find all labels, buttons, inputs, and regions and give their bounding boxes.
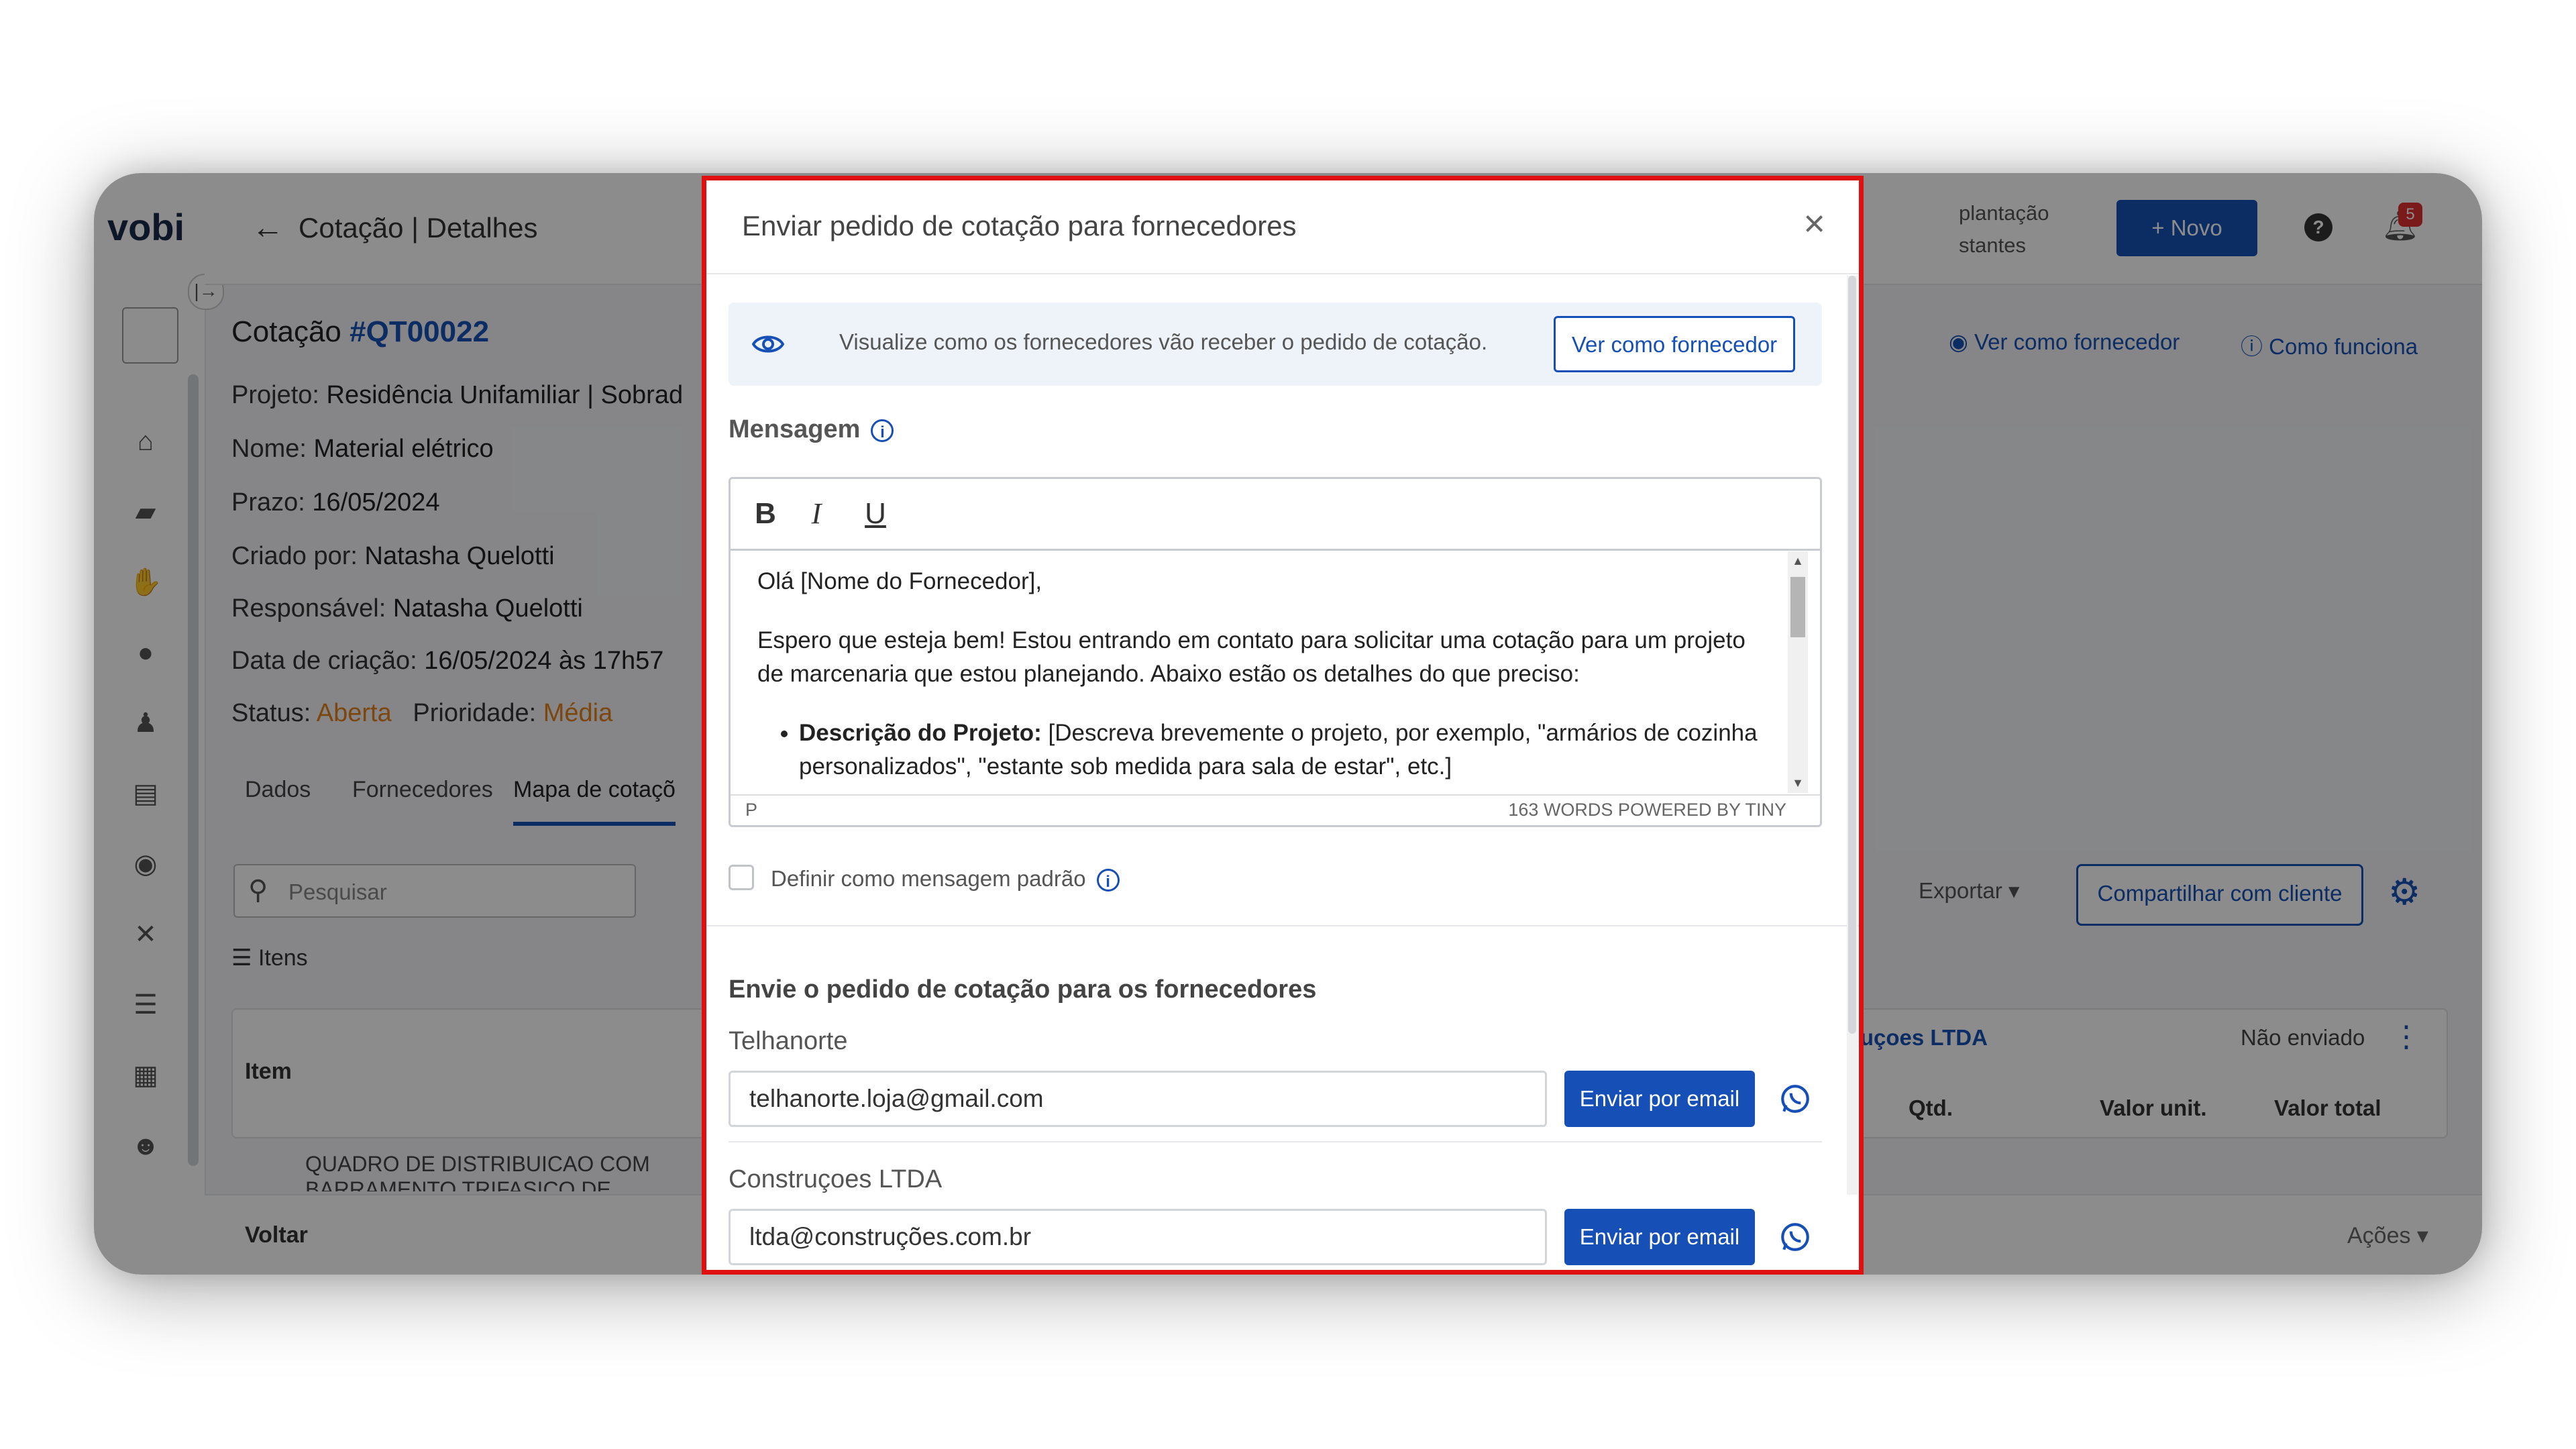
mensagem-label-text: Mensagem [729, 415, 861, 443]
underline-button[interactable]: U [855, 495, 896, 533]
editor-statusbar: P 163 WORDS POWERED BY TINY [731, 794, 1820, 825]
modal-scroll-thumb[interactable] [1848, 276, 1856, 1034]
editor-content[interactable]: Olá [Nome do Fornecedor], Espero que est… [757, 565, 1764, 793]
bullet-bold-text: Descrição do Projeto: [799, 720, 1042, 746]
editor-greeting: Olá [Nome do Fornecedor], [757, 568, 1042, 594]
default-message-text: Definir como mensagem padrão [771, 866, 1086, 891]
send-email-button[interactable]: Enviar por email [1564, 1071, 1755, 1127]
editor-list: Descrição do Projeto: [Descreva brevemen… [757, 716, 1764, 784]
editor-toolbar: B I U [731, 479, 1820, 551]
email-field[interactable]: telhanorte.loja@gmail.com [729, 1071, 1547, 1127]
supplier-name: Construçoes LTDA [729, 1165, 943, 1193]
element-path: P [745, 800, 758, 820]
send-quote-modal: Enviar pedido de cotação para fornecedor… [702, 176, 1864, 1275]
italic-button[interactable]: I [796, 495, 837, 533]
default-message-label: Definir como mensagem padrão i [771, 866, 1120, 892]
send-section-title: Envie o pedido de cotação para os fornec… [729, 975, 1317, 1004]
modal-scrollbar[interactable] [1847, 276, 1858, 1195]
scroll-down-icon[interactable]: ▼ [1788, 776, 1808, 790]
modal-title: Enviar pedido de cotação para fornecedor… [742, 210, 1297, 241]
word-count: 163 WORDS POWERED BY TINY [1508, 800, 1786, 820]
whatsapp-icon[interactable] [1778, 1082, 1812, 1116]
editor-scroll-thumb[interactable] [1790, 577, 1805, 637]
editor-list-item: Descrição do Projeto: [Descreva brevemen… [799, 716, 1764, 784]
ver-como-fornecedor-button[interactable]: Ver como fornecedor [1554, 316, 1795, 372]
scroll-up-icon[interactable]: ▲ [1788, 554, 1808, 568]
preview-info-box: Visualize como os fornecedores vão receb… [729, 303, 1822, 386]
bold-button[interactable]: B [745, 495, 786, 533]
message-editor[interactable]: B I U Olá [Nome do Fornecedor], Espero q… [729, 477, 1822, 827]
whatsapp-icon[interactable] [1778, 1220, 1812, 1254]
preview-info-text: Visualize como os fornecedores vão receb… [839, 329, 1488, 354]
editor-scrollbar[interactable]: ▲ ▼ [1788, 551, 1808, 793]
send-email-button[interactable]: Enviar por email [1564, 1209, 1755, 1265]
section-divider [706, 925, 1859, 926]
email-field[interactable]: ltda@construções.com.br [729, 1209, 1547, 1265]
supplier-divider [729, 1141, 1822, 1142]
default-message-checkbox[interactable] [729, 865, 754, 890]
eye-icon [752, 335, 784, 353]
close-icon[interactable]: × [1803, 205, 1825, 242]
info-icon[interactable]: i [1096, 869, 1120, 892]
modal-header: Enviar pedido de cotação para fornecedor… [706, 180, 1859, 274]
editor-paragraph: Espero que esteja bem! Estou entrando em… [757, 627, 1746, 687]
mensagem-label: Mensagem i [729, 415, 894, 444]
info-icon[interactable]: i [871, 419, 894, 442]
supplier-name: Telhanorte [729, 1027, 848, 1055]
